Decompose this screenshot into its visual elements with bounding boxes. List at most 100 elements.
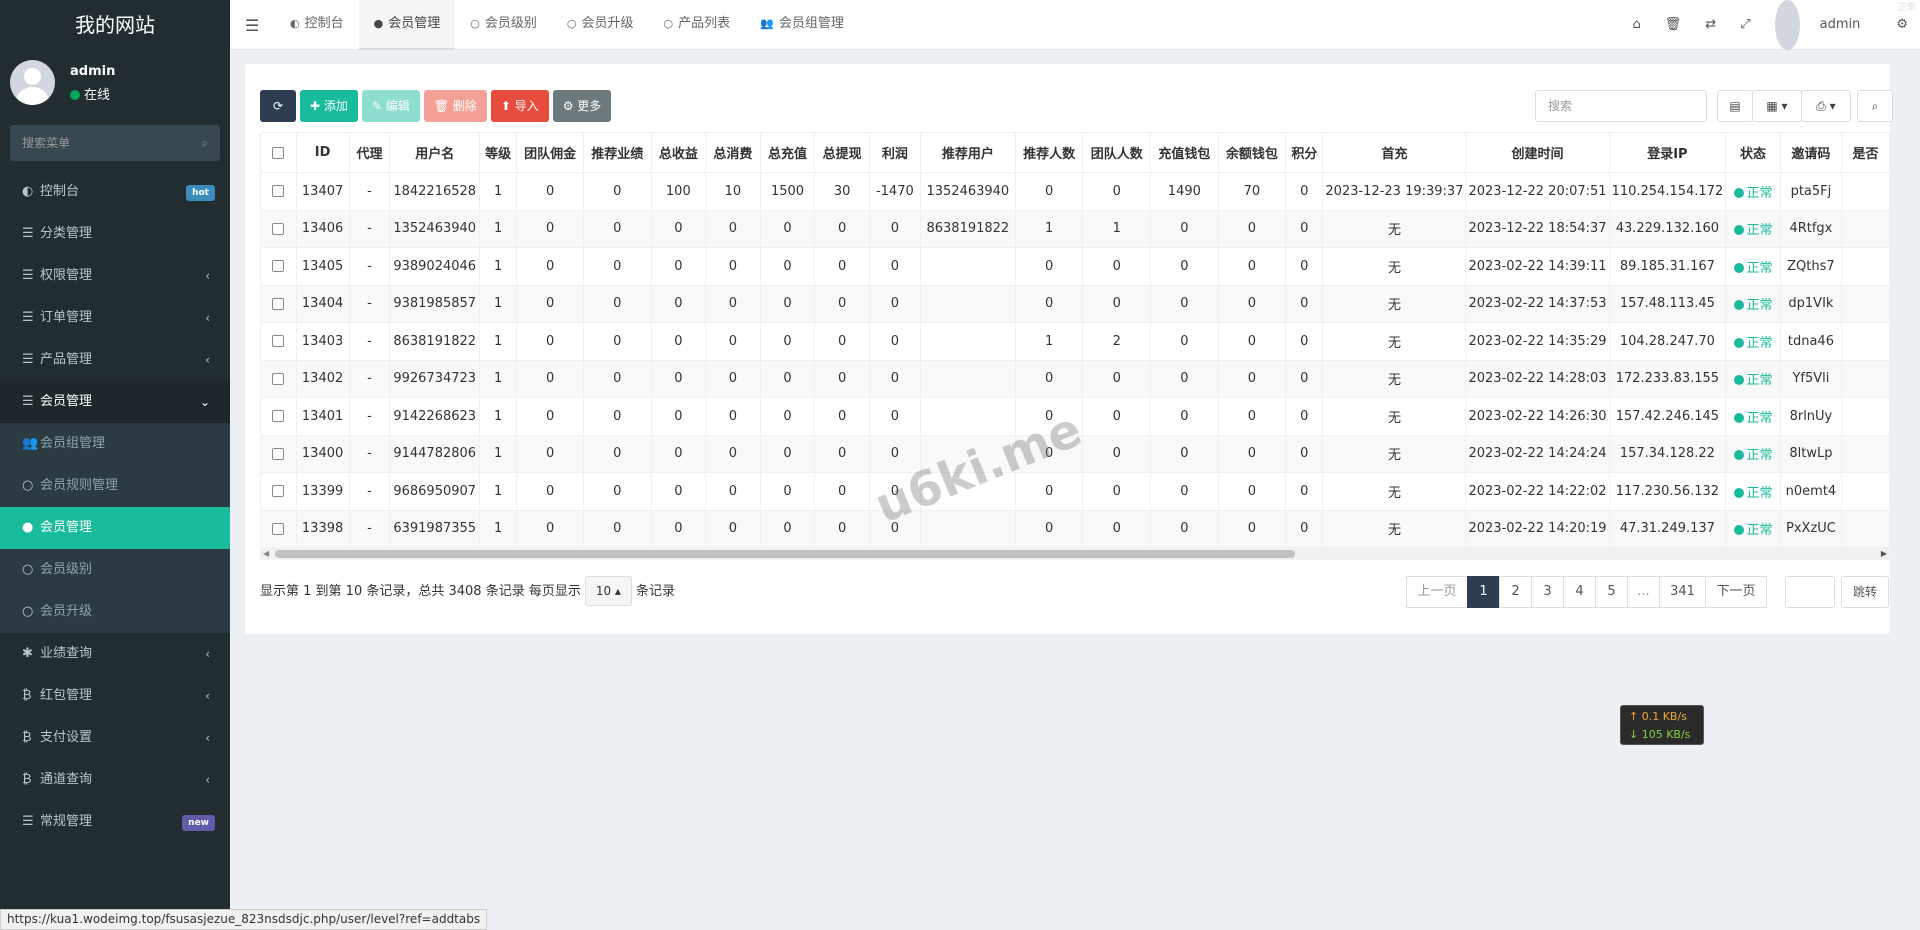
fullscreen-icon[interactable]: ⤢ [1728,0,1762,50]
row-checkbox[interactable] [272,522,285,535]
nav-tab[interactable]: 👥 会员组管理 [745,0,859,50]
more-button[interactable]: ⚙ 更多 [552,90,612,122]
table-row[interactable]: 13402-9926734723 1 0 0 0 0 0 0 0 0 0 0 0 0 无 2023-02-22… [260,359,1890,398]
menu-search-input[interactable]: 搜索菜单 ⌕ [10,125,220,161]
scrollbar-thumb[interactable] [275,550,1295,558]
sidebar-item[interactable]: ☰ 会员管理 ⌄ [0,381,230,423]
column-header[interactable]: 团队人数 [1082,132,1152,173]
sidebar-item[interactable]: ○ 会员级别 [0,549,230,591]
scroll-right-icon[interactable]: ▶ [1881,548,1887,560]
search-icon[interactable]: ⌕ [201,125,208,161]
page-button[interactable]: 2 [1499,576,1532,608]
column-header[interactable]: 总充值 [759,132,816,173]
column-header[interactable]: 总收益 [650,132,707,173]
sidebar-item[interactable]: ✱ 业绩查询 ‹ [0,633,230,675]
column-header[interactable]: 是否 [1841,132,1890,173]
row-checkbox[interactable] [272,185,285,198]
column-header[interactable]: ID [295,132,350,173]
page-button[interactable]: 1 [1467,576,1500,608]
column-header[interactable]: 创建时间 [1465,132,1610,173]
column-header[interactable]: 充值钱包 [1150,132,1219,173]
nav-tab[interactable]: ○ 会员级别 [455,0,552,50]
sidebar-item[interactable]: ₿ 通道查询 ‹ [0,759,230,801]
delete-button[interactable]: 🗑 删除 [423,90,487,122]
select-all-checkbox[interactable] [272,146,285,159]
add-button[interactable]: ✚ 添加 [300,90,358,122]
menu-toggle-icon[interactable]: ☰ [245,16,259,35]
column-header[interactable]: 余额钱包 [1217,132,1287,173]
page-button[interactable]: 下一页 [1705,576,1767,608]
sidebar-item[interactable]: ○ 会员规则管理 [0,465,230,507]
row-checkbox[interactable] [272,372,285,385]
column-header[interactable]: 首充 [1322,132,1467,173]
row-checkbox[interactable] [272,297,285,310]
column-header[interactable]: 总消费 [705,132,761,173]
table-row[interactable]: 13404-9381985857 1 0 0 0 0 0 0 0 0 0 0 0 0 无 2023-02-22… [260,284,1890,323]
column-header[interactable]: 登录IP [1608,132,1727,173]
page-size-select[interactable]: 10 ▴ [584,576,632,606]
column-header[interactable]: 团队佣金 [516,132,584,173]
nav-tab[interactable]: ◐ 控制台 [275,0,359,50]
toggle-view-button[interactable]: ▤ [1717,90,1753,122]
export-button[interactable]: ⎙ ▾ [1801,90,1851,122]
horizontal-scrollbar[interactable]: ◀ ▶ [260,548,1890,560]
nav-tab[interactable]: ● 会员管理 [358,0,456,50]
translate-icon[interactable]: ⇄ [1693,0,1728,50]
page-button[interactable]: 3 [1531,576,1564,608]
row-checkbox[interactable] [272,410,285,423]
sidebar-item[interactable]: ☰ 常规管理 new [0,801,230,843]
nav-tab[interactable]: ○ 会员升级 [552,0,649,50]
row-checkbox[interactable] [272,222,285,235]
column-header[interactable]: 等级 [479,132,518,173]
refresh-button[interactable]: ⟳ [260,90,296,122]
home-icon[interactable]: ⌂ [1621,0,1653,50]
row-checkbox[interactable] [272,260,285,273]
sidebar-item[interactable]: ☰ 产品管理 ‹ [0,339,230,381]
nav-tab[interactable]: ○ 产品列表 [649,0,746,50]
page-button[interactable]: 341 [1659,576,1706,608]
column-header[interactable]: 邀请码 [1779,132,1843,173]
columns-button[interactable]: ▦ ▾ [1752,90,1802,122]
sidebar-item[interactable]: ○ 会员升级 [0,591,230,633]
sidebar-item[interactable]: ☰ 分类管理 [0,213,230,255]
edit-button[interactable]: ✎ 编辑 [361,90,420,122]
site-logo[interactable]: 我的网站 [0,0,230,50]
row-checkbox[interactable] [272,485,285,498]
sidebar-item[interactable]: ◐ 控制台 hot [0,171,230,213]
table-row[interactable]: 13399-9686950907 1 0 0 0 0 0 0 0 0 0 0 0 0 无 2023-02-22… [260,472,1890,511]
page-button[interactable]: ... [1627,576,1660,608]
sidebar-item[interactable]: ☰ 订单管理 ‹ [0,297,230,339]
column-header[interactable]: 总提现 [814,132,870,173]
page-button[interactable]: 上一页 [1406,576,1468,608]
sidebar-item[interactable]: ₿ 红包管理 ‹ [0,675,230,717]
column-header[interactable]: 状态 [1725,132,1781,173]
jump-page-input[interactable] [1785,576,1835,608]
row-checkbox[interactable] [272,447,285,460]
sidebar-item[interactable]: ₿ 支付设置 ‹ [0,717,230,759]
table-row[interactable]: 13405-9389024046 1 0 0 0 0 0 0 0 0 0 0 0 0 无 2023-02-22… [260,247,1890,286]
import-button[interactable]: ⬆ 导入 [490,90,549,122]
table-row[interactable]: 13403-8638191822 1 0 0 0 0 0 0 0 1 2 0 0 0 无 2023-02-22… [260,322,1890,361]
page-button[interactable]: 5 [1595,576,1628,608]
table-row[interactable]: 13398-6391987355 1 0 0 0 0 0 0 0 0 0 0 0 0 无 2023-02-22… [260,509,1890,548]
table-search-input[interactable]: 搜索 [1535,90,1707,122]
column-header[interactable]: 推荐人数 [1014,132,1084,173]
scroll-left-icon[interactable]: ◀ [263,548,269,560]
column-header[interactable]: 用户名 [389,132,481,173]
table-row[interactable]: 13406-1352463940 1 0 0 0 0 0 0 0 8638191822 1 1 0 0 0 无… [260,209,1890,248]
sidebar-item[interactable]: ● 会员管理 [0,507,230,549]
column-header[interactable]: 推荐用户 [919,132,1016,173]
column-header[interactable]: 推荐业绩 [582,132,652,173]
column-header[interactable]: 积分 [1285,132,1324,173]
column-header[interactable]: 利润 [868,132,921,173]
jump-button[interactable]: 跳转 [1841,576,1889,608]
row-checkbox[interactable] [272,335,285,348]
sidebar-item[interactable]: ☰ 权限管理 ‹ [0,255,230,297]
table-row[interactable]: 13407-1842216528 1 0 0 100 10 1500 30 -1470 13524… [260,172,1890,211]
sidebar-item[interactable]: 👥 会员组管理 [0,423,230,465]
trash-icon[interactable]: 🗑 [1653,0,1694,50]
user-menu[interactable]: admin [1763,0,1885,50]
column-header[interactable]: 代理 [348,132,391,173]
page-button[interactable]: 4 [1563,576,1596,608]
advanced-search-button[interactable]: ⌕ [1857,90,1893,122]
